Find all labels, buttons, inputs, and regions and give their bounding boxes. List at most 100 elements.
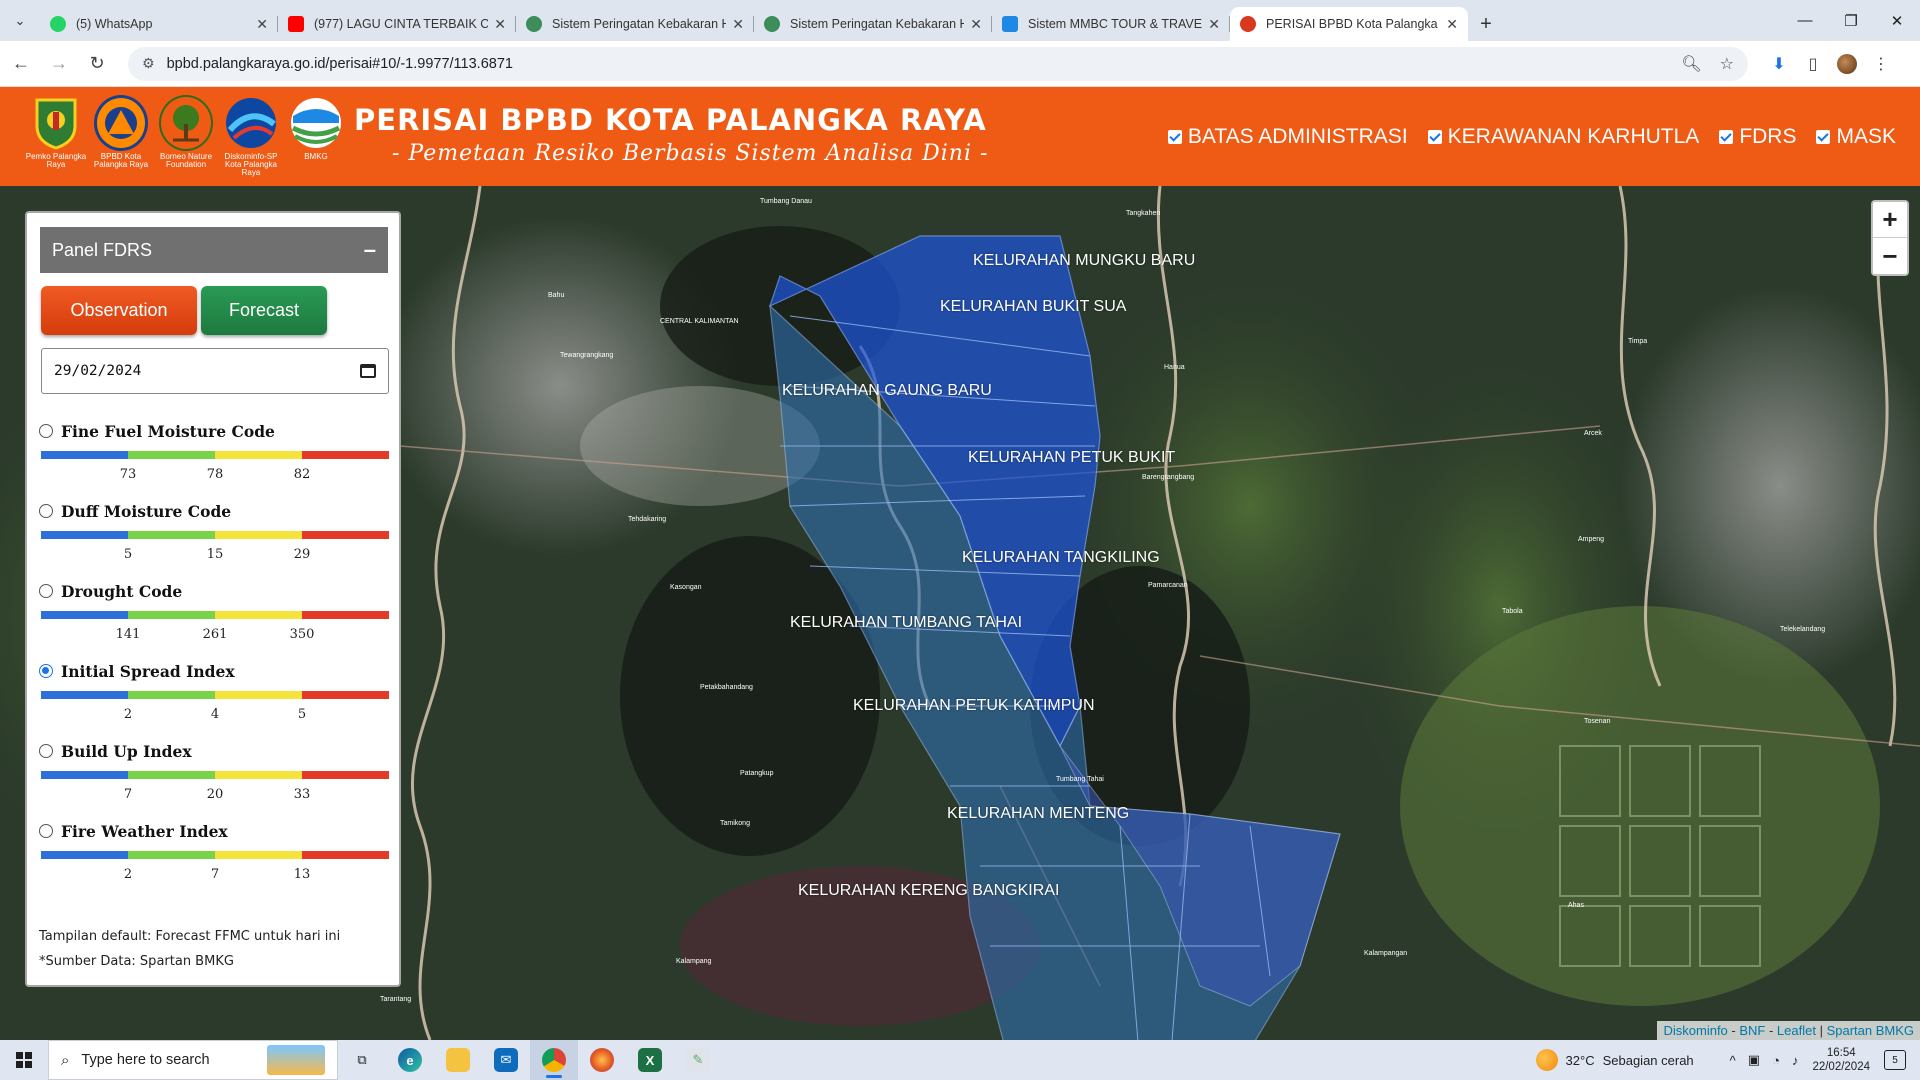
date-input[interactable]: 29/02/2024 <box>41 348 389 394</box>
radio-fwi[interactable] <box>39 824 53 838</box>
map-zoom-control: + − <box>1871 200 1909 276</box>
label-tangkiling: KELURAHAN TANGKILING <box>962 549 1160 566</box>
logo-bmkg: BMKG <box>284 95 348 177</box>
close-icon[interactable]: ✕ <box>970 16 982 33</box>
minimize-icon[interactable]: — <box>1782 0 1828 41</box>
reload-icon[interactable]: ↻ <box>80 47 114 81</box>
tab-peringatan-1[interactable]: Sistem Peringatan Kebakaran Hutan ✕ <box>516 7 754 41</box>
layer-kerawanan-karhutla[interactable]: KERAWANAN KARHUTLA <box>1427 125 1699 149</box>
mmbc-favicon-icon <box>1002 16 1018 32</box>
logo-caption: Pemko Palangka Raya <box>25 152 87 169</box>
tab-youtube[interactable]: (977) LAGU CINTA TERBAIK CAFE ✕ <box>278 7 516 41</box>
checkbox-checked[interactable] <box>1719 130 1734 144</box>
forward-arrow-icon[interactable]: → <box>42 47 76 81</box>
download-icon[interactable]: ⬇ <box>1762 47 1796 81</box>
taskbar-search[interactable]: ⌕ Type here to search <box>48 1040 338 1080</box>
chrome-app[interactable] <box>530 1040 578 1080</box>
search-highlight-art-icon[interactable] <box>267 1045 325 1075</box>
calendar-icon[interactable] <box>360 364 376 378</box>
tab-title: Sistem MMBC TOUR & TRAVEL <box>1028 17 1203 31</box>
place-label: Tamikong <box>720 820 750 827</box>
edge-app[interactable]: e <box>386 1040 434 1080</box>
place-label: Tarantang <box>380 996 412 1003</box>
weather-widget[interactable]: 32°C Sebagian cerah <box>1535 1049 1702 1071</box>
default-view-note: Tampilan default: Forecast FFMC untuk ha… <box>39 929 341 944</box>
checkbox-checked[interactable] <box>1427 130 1442 144</box>
radio-dc[interactable] <box>39 584 53 598</box>
scale-tick: 141 <box>115 627 141 642</box>
radio-dmc[interactable] <box>39 504 53 518</box>
paint-app[interactable]: ✎ <box>674 1040 722 1080</box>
checkbox-checked[interactable] <box>1816 130 1831 144</box>
bpbd-emblem-icon <box>94 95 148 151</box>
attribution-link-leaflet[interactable]: Leaflet <box>1777 1023 1816 1038</box>
tablet-mode-icon[interactable]: ▣ <box>1748 1052 1760 1068</box>
file-explorer-app[interactable] <box>434 1040 482 1080</box>
label-petuk-katimpun: KELURAHAN PETUK KATIMPUN <box>853 697 1095 714</box>
firefox-app[interactable] <box>578 1040 626 1080</box>
panel-header[interactable]: Panel FDRS – <box>40 227 388 273</box>
start-button[interactable] <box>0 1040 48 1080</box>
mail-app[interactable]: ✉ <box>482 1040 530 1080</box>
side-panel-icon[interactable]: ▯ <box>1796 47 1830 81</box>
close-icon[interactable]: ✕ <box>256 16 268 33</box>
close-icon[interactable]: ✕ <box>1208 16 1220 33</box>
task-view-button[interactable]: ⧉ <box>338 1040 386 1080</box>
url-text[interactable]: bpbd.palangkaraya.go.id/perisai#10/-1.99… <box>167 56 1664 72</box>
zoom-magnifier-icon[interactable]: 🔍︎ <box>1681 54 1701 74</box>
radio-bui[interactable] <box>39 744 53 758</box>
tab-search-chevron-icon[interactable]: ⌄ <box>0 0 40 41</box>
firefox-icon <box>590 1048 614 1072</box>
observation-button[interactable]: Observation <box>41 286 197 335</box>
index-dc: Drought Code 141 261 350 <box>39 581 389 661</box>
close-window-icon[interactable]: ✕ <box>1874 0 1920 41</box>
label-bukit-sua: KELURAHAN BUKIT SUA <box>940 298 1127 315</box>
chevron-up-icon[interactable]: ^ <box>1730 1053 1736 1068</box>
scale-tick: 73 <box>119 467 137 482</box>
attribution-link-diskominfo[interactable]: Diskominfo <box>1663 1023 1727 1038</box>
zoom-in-button[interactable]: + <box>1873 202 1907 238</box>
radio-isi-selected[interactable] <box>39 664 53 678</box>
close-icon[interactable]: ✕ <box>732 16 744 33</box>
bookmark-star-icon[interactable]: ☆ <box>1720 54 1734 74</box>
collapse-icon[interactable]: – <box>364 237 376 263</box>
restore-icon[interactable]: ❐ <box>1828 0 1874 41</box>
place-label: Kasongan <box>670 584 702 591</box>
tab-peringatan-2[interactable]: Sistem Peringatan Kebakaran Hutan ✕ <box>754 7 992 41</box>
tab-perisai-active[interactable]: PERISAI BPBD Kota Palangka Raya ✕ <box>1230 7 1468 41</box>
search-placeholder[interactable]: Type here to search <box>81 1052 267 1068</box>
wifi-icon[interactable]: ◔ <box>1772 1053 1780 1068</box>
forecast-button[interactable]: Forecast <box>201 286 327 335</box>
radio-ffmc[interactable] <box>39 424 53 438</box>
zoom-out-button[interactable]: − <box>1873 238 1907 274</box>
index-fwi: Fire Weather Index 2 7 13 <box>39 821 389 901</box>
tab-whatsapp[interactable]: (5) WhatsApp ✕ <box>40 7 278 41</box>
notification-center-icon[interactable]: 5 <box>1884 1050 1906 1070</box>
close-icon[interactable]: ✕ <box>1446 16 1458 33</box>
close-icon[interactable]: ✕ <box>494 16 506 33</box>
layer-fdrs[interactable]: FDRS <box>1719 125 1796 149</box>
layer-mask[interactable]: MASK <box>1816 125 1896 149</box>
new-tab-button[interactable]: + <box>1468 7 1504 41</box>
site-info-icon[interactable]: ⚙ <box>142 55 155 72</box>
place-label: Tehdakaring <box>628 516 667 523</box>
checkbox-checked[interactable] <box>1167 130 1182 144</box>
attribution-link-bnf[interactable]: BNF <box>1739 1023 1765 1038</box>
excel-app[interactable]: X <box>626 1040 674 1080</box>
back-arrow-icon[interactable]: ← <box>4 47 38 81</box>
speaker-icon[interactable]: ♪ <box>1792 1053 1799 1068</box>
layer-batas-administrasi[interactable]: BATAS ADMINISTRASI <box>1167 125 1408 149</box>
bpbd-favicon-icon <box>1240 16 1256 32</box>
data-source-note: *Sumber Data: Spartan BMKG <box>39 954 234 969</box>
address-bar[interactable]: ⚙ bpbd.palangkaraya.go.id/perisai#10/-1.… <box>128 46 1748 81</box>
date-value[interactable]: 29/02/2024 <box>54 363 360 379</box>
tab-mmbc[interactable]: Sistem MMBC TOUR & TRAVEL ✕ <box>992 7 1230 41</box>
place-label: Tabola <box>1502 608 1523 615</box>
kebab-menu-icon[interactable]: ⋮ <box>1864 47 1898 81</box>
logo-pemko: Pemko Palangka Raya <box>24 95 88 177</box>
whatsapp-favicon-icon <box>50 16 66 32</box>
system-clock[interactable]: 16:54 22/02/2024 <box>1812 1046 1870 1074</box>
place-label: Bahu <box>548 292 565 299</box>
profile-avatar[interactable] <box>1837 53 1857 74</box>
attribution-link-spartan[interactable]: Spartan BMKG <box>1827 1023 1914 1038</box>
